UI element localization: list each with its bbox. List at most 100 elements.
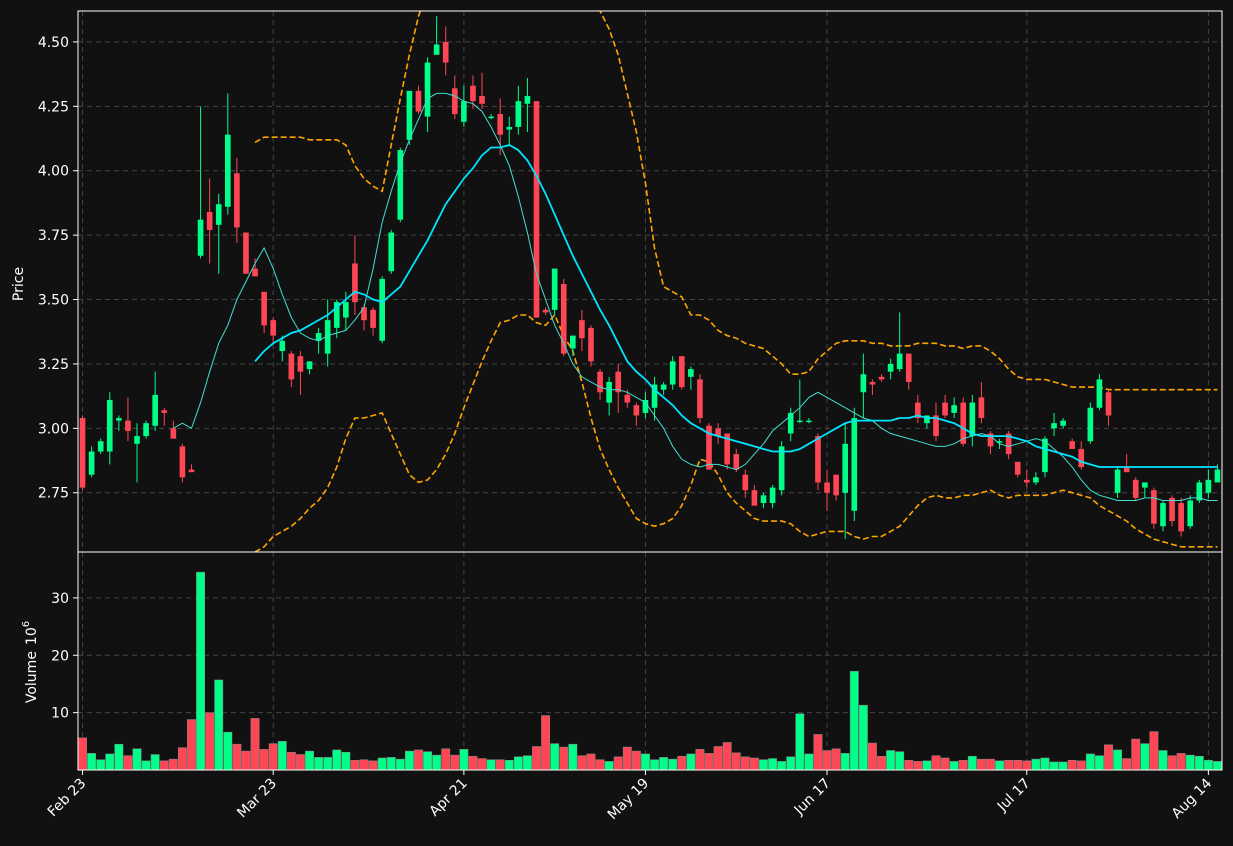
volume-bar — [586, 753, 596, 771]
volume-bar — [187, 719, 196, 771]
chart-canvas: 2.75 3.00 3.25 3.50 3.75 4.00 4.25 4.50 Price 1… — [0, 0, 1233, 842]
volume-bar — [159, 760, 169, 771]
volume-bar — [1131, 738, 1141, 771]
volume-bar — [214, 679, 224, 771]
candle-body — [397, 150, 404, 220]
volume-bar — [268, 743, 278, 771]
stock-chart: 2.75 3.00 3.25 3.50 3.75 4.00 4.25 4.50 Price 1… — [0, 0, 1233, 842]
volume-bar — [232, 743, 242, 771]
candle-body — [1096, 379, 1103, 408]
volume-bar — [513, 756, 523, 771]
volume-bar — [105, 753, 115, 771]
volume-bar — [604, 761, 614, 771]
volume-bar — [1140, 743, 1150, 771]
candle-body — [570, 335, 576, 349]
volume-bar — [931, 755, 941, 771]
volume-bar — [459, 749, 469, 771]
volume-bar — [976, 758, 986, 771]
candle-body — [515, 101, 522, 127]
candle-body — [442, 41, 449, 63]
candle-body — [842, 443, 849, 493]
candle-body — [152, 394, 158, 426]
candle-body — [1078, 448, 1085, 467]
candle-body — [451, 88, 458, 115]
candle-body — [1033, 477, 1039, 483]
volume-bar — [686, 753, 696, 771]
volume-bar — [78, 737, 87, 771]
candle-body — [733, 454, 740, 470]
volume-bar — [305, 750, 314, 771]
volume-bar — [1149, 731, 1159, 771]
candle-body — [379, 278, 385, 341]
volume-bar — [650, 759, 659, 771]
volume-bar — [922, 760, 932, 771]
volume-bar — [677, 755, 687, 771]
volume-bar — [704, 753, 714, 771]
candle-body — [1051, 423, 1057, 429]
volume-bar — [141, 760, 151, 771]
volume-bar — [858, 704, 868, 771]
volume-bar — [468, 755, 478, 771]
candle-body — [597, 371, 603, 393]
candle-body — [887, 363, 894, 372]
candle-body — [234, 173, 240, 228]
volume-bar — [822, 750, 832, 771]
candle-body — [134, 436, 140, 444]
chart-background — [0, 0, 1233, 842]
volume-bar — [1113, 749, 1123, 771]
price-axis-label: Price — [11, 267, 27, 301]
volume-bar — [432, 754, 442, 771]
volume-bar — [259, 749, 269, 771]
candle-body — [760, 495, 767, 504]
volume-bar — [777, 761, 787, 771]
candle-body — [869, 381, 876, 385]
volume-bar — [1022, 760, 1032, 771]
volume-bar — [749, 757, 759, 771]
candle-body — [1160, 503, 1166, 527]
candle-body — [188, 469, 195, 473]
volume-bar — [1122, 758, 1132, 771]
candle-body — [1069, 441, 1076, 449]
volume-bar — [659, 757, 669, 771]
volume-bar — [940, 757, 950, 771]
volume-bar — [168, 758, 178, 771]
candle-body — [197, 219, 204, 256]
candle-body — [433, 44, 440, 55]
volume-bar — [967, 755, 977, 771]
volume-bar — [541, 715, 551, 771]
volume-bar — [613, 756, 623, 771]
candle-body — [860, 374, 867, 393]
volume-bar — [868, 742, 877, 771]
candle-body — [1169, 497, 1175, 522]
volume-bar — [768, 758, 777, 771]
candle-body — [125, 420, 131, 431]
volume-bar — [713, 746, 723, 771]
candle-body — [1214, 469, 1221, 483]
candle-body — [206, 211, 213, 230]
volume-bar — [523, 755, 532, 771]
volume-bar — [350, 759, 360, 771]
volume-bar — [1185, 754, 1195, 771]
candle-body — [606, 381, 612, 403]
candle-body — [224, 134, 231, 207]
candle-body — [1087, 407, 1094, 442]
candle-body — [143, 423, 149, 437]
volume-bar — [550, 743, 560, 771]
candle-body — [288, 353, 295, 380]
volume-bar — [559, 746, 569, 771]
volume-bar — [622, 746, 632, 771]
volume-bar — [631, 750, 641, 771]
candle-body — [942, 402, 948, 416]
volume-bar — [205, 712, 215, 771]
volume-bar — [495, 759, 505, 771]
volume-bar — [886, 750, 896, 771]
volume-bar — [196, 571, 205, 771]
volume-bar — [831, 748, 841, 771]
volume-bar — [1095, 755, 1104, 771]
volume-bar — [450, 754, 460, 771]
volume-axis-label: Volume — [24, 651, 40, 703]
candle-body — [215, 204, 222, 225]
volume-bar — [441, 748, 451, 771]
volume-y-tick-label: 20 — [51, 648, 69, 664]
candle-body — [1178, 503, 1184, 532]
